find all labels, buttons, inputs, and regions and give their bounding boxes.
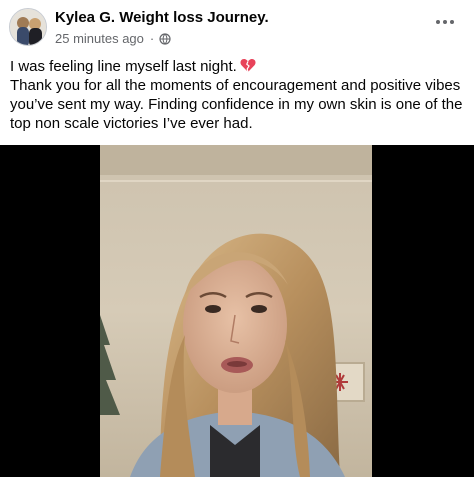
more-options-icon[interactable]	[432, 12, 458, 32]
post-text-line-2: Thank you for all the moments of encoura…	[10, 77, 463, 132]
avatar[interactable]	[9, 8, 47, 46]
post-text-line-1: I was feeling line myself last night.	[10, 57, 466, 76]
broken-heart-icon	[240, 58, 256, 73]
post-meta: 25 minutes ago ·	[55, 31, 171, 46]
post-text: I was feeling line myself last night. Th…	[10, 57, 466, 133]
timestamp[interactable]: 25 minutes ago	[55, 31, 144, 46]
author-name[interactable]: Kylea G. Weight loss Journey.	[55, 9, 269, 26]
video-player[interactable]	[0, 145, 474, 477]
globe-icon[interactable]	[159, 32, 171, 45]
video-frame[interactable]	[100, 145, 372, 477]
meta-separator: ·	[149, 31, 155, 46]
post-header: Kylea G. Weight loss Journey. 25 minutes…	[0, 0, 474, 56]
